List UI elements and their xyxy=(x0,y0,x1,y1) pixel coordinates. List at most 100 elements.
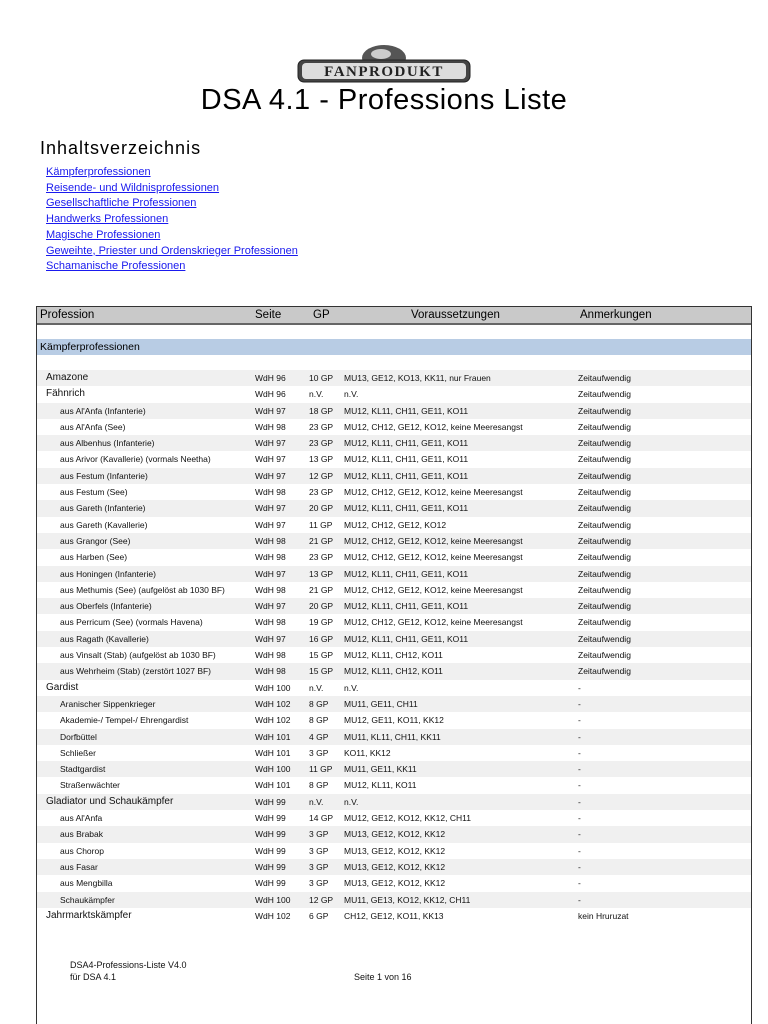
cell-profession: Gladiator und Schaukämpfer xyxy=(46,795,174,807)
toc-link[interactable]: Schamanische Professionen xyxy=(46,259,298,275)
cell-profession: aus Al'Anfa (Infanterie) xyxy=(60,405,146,416)
cell-seite: WdH 96 xyxy=(255,373,286,383)
cell-seite: WdH 97 xyxy=(255,470,286,481)
toc-heading: Inhaltsverzeichnis xyxy=(40,138,202,158)
cell-gp: 8 GP xyxy=(309,698,329,709)
table-row: aus Mengbilla WdH 99 3 GP MU13, GE12, KO12,… xyxy=(37,875,751,891)
cell-anmerkungen: Zeitaufwendig xyxy=(578,487,631,498)
cell-profession: Stadtgardist xyxy=(60,764,106,775)
toc-link[interactable]: Kämpferprofessionen xyxy=(46,165,298,181)
cell-voraussetzungen: MU11, GE11, KK11 xyxy=(344,764,417,775)
cell-seite: WdH 98 xyxy=(255,421,286,432)
cell-voraussetzungen: KO11, KK12 xyxy=(344,747,391,758)
cell-profession: aus Fasar xyxy=(60,861,98,872)
cell-voraussetzungen: MU12, KL11, CH11, GE11, KO11 xyxy=(344,633,469,644)
cell-gp: 19 GP xyxy=(309,617,334,628)
cell-voraussetzungen: MU12, CH12, GE12, KO12, keine Meeresangs… xyxy=(344,584,523,595)
table-row: Aranischer Sippenkrieger WdH 102 8 GP MU11,… xyxy=(37,695,751,713)
cell-seite: WdH 96 xyxy=(255,389,286,400)
cell-gp: 23 GP xyxy=(309,487,334,498)
cell-profession: aus Al'Anfa xyxy=(60,813,103,824)
cell-gp: 23 GP xyxy=(309,552,334,563)
svg-text:FANPRODUKT: FANPRODUKT xyxy=(324,64,444,80)
toc-link[interactable]: Geweihte, Priester und Ordenskrieger Pro… xyxy=(46,244,298,260)
cell-seite: WdH 97 xyxy=(255,503,286,514)
cell-voraussetzungen: MU12, CH12, GE12, KO12, keine Meeresangs… xyxy=(344,535,523,546)
cell-seite: WdH 97 xyxy=(255,601,286,612)
cell-gp: 8 GP xyxy=(309,780,329,791)
table-row: aus Al'Anfa (See) WdH 98 23 GP MU12, CH12, … xyxy=(37,419,751,435)
cell-profession: Akademie-/ Tempel-/ Ehrengardist xyxy=(60,715,189,726)
cell-seite: WdH 97 xyxy=(255,405,286,416)
toc-link[interactable]: Gesellschaftliche Professionen xyxy=(46,196,298,212)
table-row: aus Gareth (Kavallerie) WdH 97 11 GP MU12, … xyxy=(37,517,751,533)
cell-gp: 20 GP xyxy=(309,601,334,612)
table-body: Amazone WdH 96 10 GP MU13, GE12, KO13, KK11… xyxy=(37,370,751,924)
cell-seite: WdH 98 xyxy=(255,487,286,498)
toc-link[interactable]: Reisende- und Wildnisprofessionen xyxy=(46,181,298,197)
cell-anmerkungen: Zeitaufwendig xyxy=(578,389,631,400)
cell-seite: WdH 98 xyxy=(255,617,286,628)
section-heading: Kämpferprofessionen xyxy=(37,339,751,355)
cell-profession: aus Wehrheim (Stab) (zerstört 1027 BF) xyxy=(60,666,212,677)
cell-seite: WdH 98 xyxy=(255,584,286,595)
table-row: aus Festum (Infanterie) WdH 97 12 GP MU12, … xyxy=(37,467,751,485)
cell-anmerkungen: Zeitaufwendig xyxy=(578,405,631,416)
toc-link[interactable]: Handwerks Professionen xyxy=(46,212,298,228)
cell-anmerkungen: - xyxy=(578,813,581,824)
cell-anmerkungen: Zeitaufwendig xyxy=(578,552,631,563)
table-row: aus Grangor (See) WdH 98 21 GP MU12, CH12, … xyxy=(37,532,751,550)
cell-gp: 3 GP xyxy=(309,747,329,758)
cell-profession: aus Mengbilla xyxy=(60,878,113,889)
cell-gp: 13 GP xyxy=(309,454,334,465)
cell-seite: WdH 100 xyxy=(255,682,291,693)
cell-profession: aus Grangor (See) xyxy=(60,535,131,546)
cell-anmerkungen: - xyxy=(578,698,581,709)
profession-table: Profession Seite GP Voraussetzungen Anme… xyxy=(36,306,752,1024)
cell-anmerkungen: - xyxy=(578,747,581,758)
cell-anmerkungen: - xyxy=(578,764,581,775)
table-row: Jahrmarktskämpfer WdH 102 6 GP CH12, GE12, … xyxy=(37,908,751,924)
cell-profession: Dorfbüttel xyxy=(60,731,97,742)
cell-anmerkungen: Zeitaufwendig xyxy=(578,519,631,530)
table-row: Gardist WdH 100 n.V. n.V. - xyxy=(37,680,751,696)
cell-anmerkungen: Zeitaufwendig xyxy=(578,584,631,595)
cell-anmerkungen: - xyxy=(578,845,581,856)
cell-profession: aus Methumis (See) (aufgelöst ab 1030 BF… xyxy=(60,584,225,595)
cell-voraussetzungen: MU12, GE11, KO11, KK12 xyxy=(344,715,444,726)
cell-seite: WdH 97 xyxy=(255,633,286,644)
cell-gp: 15 GP xyxy=(309,666,334,677)
header-voraussetzungen: Voraussetzungen xyxy=(411,309,500,321)
cell-anmerkungen: - xyxy=(578,780,581,791)
cell-gp: 13 GP xyxy=(309,568,334,579)
cell-gp: 8 GP xyxy=(309,715,329,726)
cell-profession: aus Vinsalt (Stab) (aufgelöst ab 1030 BF… xyxy=(60,650,216,661)
table-of-contents: Kämpferprofessionen Reisende- und Wildnis… xyxy=(46,165,298,275)
cell-profession: Amazone xyxy=(46,372,89,383)
table-header: Profession Seite GP Voraussetzungen Anme… xyxy=(37,307,751,325)
table-row: aus Honingen (Infanterie) WdH 97 13 GP MU12… xyxy=(37,565,751,582)
cell-profession: Aranischer Sippenkrieger xyxy=(60,698,156,709)
cell-anmerkungen: Zeitaufwendig xyxy=(578,373,631,383)
table-row: Fähnrich WdH 96 n.V. n.V. Zeitaufwendig xyxy=(37,386,751,402)
cell-seite: WdH 98 xyxy=(255,552,286,563)
cell-profession: aus Gareth (Kavallerie) xyxy=(60,519,148,530)
cell-voraussetzungen: MU12, KL11, CH11, GE11, KO11 xyxy=(344,470,469,481)
table-row: aus Chorop WdH 99 3 GP MU13, GE12, KO12, KK… xyxy=(37,843,751,859)
cell-voraussetzungen: MU12, KL11, KO11 xyxy=(344,780,417,791)
cell-profession: Gardist xyxy=(46,681,79,693)
cell-seite: WdH 97 xyxy=(255,454,286,465)
cell-seite: WdH 97 xyxy=(255,438,286,449)
cell-voraussetzungen: MU13, GE12, KO12, KK12 xyxy=(344,845,446,856)
cell-profession: Straßenwächter xyxy=(60,780,120,791)
cell-seite: WdH 100 xyxy=(255,894,291,905)
cell-anmerkungen: - xyxy=(578,715,581,726)
toc-link[interactable]: Magische Professionen xyxy=(46,228,298,244)
cell-gp: 11 GP xyxy=(309,519,333,530)
cell-seite: WdH 102 xyxy=(255,715,291,726)
cell-voraussetzungen: MU12, KL11, CH11, GE11, KO11 xyxy=(344,454,469,465)
table-row: aus Fasar WdH 99 3 GP MU13, GE12, KO12, KK1… xyxy=(37,858,751,876)
table-row: Schaukämpfer WdH 100 12 GP MU11, GE13, KO12… xyxy=(37,891,751,908)
table-row: aus Methumis (See) (aufgelöst ab 1030 BF… xyxy=(37,582,751,598)
table-row: aus Harben (See) WdH 98 23 GP MU12, CH12, G… xyxy=(37,549,751,565)
